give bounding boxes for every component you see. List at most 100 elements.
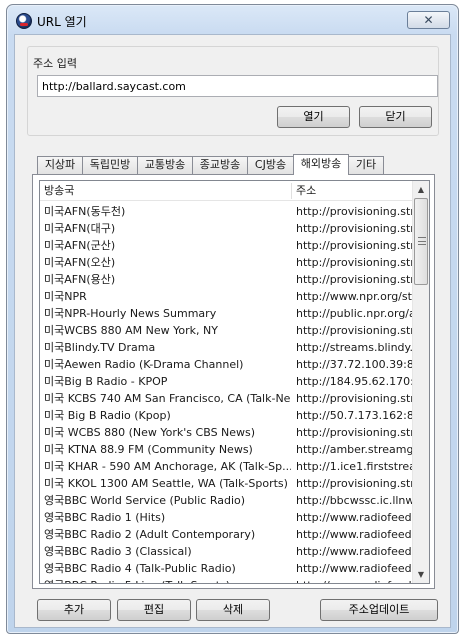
station-address: http://www.radiofeeds.cc [296, 511, 419, 524]
station-name: 영국BBC Radio 5 Live (Talk-Sports) [44, 577, 291, 583]
tab-terrestrial[interactable]: 지상파 [37, 156, 83, 174]
station-address: http://www.radiofeeds.cc [296, 528, 419, 541]
station-name: 미국AFN(용산) [44, 273, 116, 286]
station-name: 미국 KCBS 740 AM San Francisco, CA (Talk-N… [44, 392, 291, 405]
list-item[interactable]: 미국Big B Radio - KPOP http://184.95.62.170… [40, 373, 419, 390]
station-address: http://provisioning.strea [296, 273, 419, 286]
station-address: http://provisioning.strea [296, 477, 419, 490]
list-item[interactable]: 미국NPR-Hourly News Summary http://public.n… [40, 305, 419, 322]
tab-religious[interactable]: 종교방송 [192, 156, 248, 174]
open-button[interactable]: 열기 [277, 106, 350, 128]
tab-other[interactable]: 기타 [348, 156, 384, 174]
vertical-scrollbar[interactable]: ▲ ▼ [412, 181, 429, 583]
list-item[interactable]: 영국BBC Radio 3 (Classical) http://www.radi… [40, 543, 419, 560]
column-header-station[interactable]: 방송국 [40, 181, 290, 201]
station-address: http://streams.blindy.tv:8 [296, 341, 419, 354]
station-address: http://provisioning.strea [296, 324, 419, 337]
scroll-down-arrow-icon[interactable]: ▼ [413, 566, 429, 583]
list-item[interactable]: 영국BBC World Service (Public Radio) http:/… [40, 492, 419, 509]
list-item[interactable]: 미국NPR http://www.npr.org/strea [40, 288, 419, 305]
list-item[interactable]: 영국BBC Radio 5 Live (Talk-Sports) http://w… [40, 577, 419, 583]
list-item[interactable]: 미국AFN(오산) http://provisioning.strea [40, 254, 419, 271]
add-button[interactable]: 추가 [37, 599, 111, 621]
station-address: http://www.npr.org/strea [296, 290, 419, 303]
tab-independent[interactable]: 독립민방 [82, 156, 138, 174]
station-address: http://www.radiofeeds.cc [296, 577, 419, 583]
station-address: http://provisioning.strea [296, 239, 419, 252]
station-address: http://amber.streamguy [296, 443, 419, 456]
app-logo-icon [16, 13, 32, 29]
station-address: http://public.npr.org/ano [296, 307, 419, 320]
list-item[interactable]: 미국 KCBS 740 AM San Francisco, CA (Talk-N… [40, 390, 419, 407]
station-name: 미국NPR [44, 290, 87, 303]
station-name: 미국 Big B Radio (Kpop) [44, 409, 171, 422]
station-name: 미국AFN(군산) [44, 239, 116, 252]
station-name: 영국BBC Radio 4 (Talk-Public Radio) [44, 562, 236, 575]
url-input[interactable] [37, 75, 438, 97]
dialog-body: 주소 입력 열기 닫기 지상파 독립민방 교통방송 종교방송 CJ방송 해외방송… [14, 34, 451, 628]
station-name: 영국BBC World Service (Public Radio) [44, 494, 246, 507]
station-address: http://provisioning.strea [296, 256, 419, 269]
list-item[interactable]: 미국WCBS 880 AM New York, NY http://provisi… [40, 322, 419, 339]
list-item[interactable]: 미국AFN(동두천) http://provisioning.strea [40, 203, 419, 220]
station-address: http://provisioning.strea [296, 205, 419, 218]
list-item[interactable]: 영국BBC Radio 1 (Hits) http://www.radiofeed… [40, 509, 419, 526]
station-list[interactable]: 방송국 주소 미국AFN(동두천) http://provisioning.str… [39, 180, 430, 584]
station-name: 영국BBC Radio 3 (Classical) [44, 545, 192, 558]
station-name: 미국 KHAR - 590 AM Anchorage, AK (Talk-Sp.… [44, 460, 291, 473]
overseas-tab-panel: 방송국 주소 미국AFN(동두천) http://provisioning.str… [32, 174, 435, 589]
list-item[interactable]: 영국BBC Radio 4 (Talk-Public Radio) http://… [40, 560, 419, 577]
station-name: 미국Blindy.TV Drama [44, 341, 156, 354]
scroll-grip-icon [418, 237, 426, 245]
tab-overseas[interactable]: 해외방송 [293, 154, 349, 175]
scroll-up-arrow-icon[interactable]: ▲ [413, 181, 429, 198]
tab-traffic[interactable]: 교통방송 [137, 156, 193, 174]
station-address: http://provisioning.strea [296, 392, 419, 405]
window-close-button[interactable]: ✕ [407, 11, 450, 29]
column-header-address[interactable]: 주소 [292, 181, 413, 201]
list-header: 방송국 주소 [40, 181, 413, 201]
update-address-button[interactable]: 주소업데이트 [320, 599, 438, 621]
station-name: 미국AFN(동두천) [44, 205, 126, 218]
list-item[interactable]: 미국 KHAR - 590 AM Anchorage, AK (Talk-Sp.… [40, 458, 419, 475]
list-item[interactable]: 미국 Big B Radio (Kpop) http://50.7.173.162… [40, 407, 419, 424]
station-name: 영국BBC Radio 1 (Hits) [44, 511, 166, 524]
list-item[interactable]: 미국 KKOL 1300 AM Seattle, WA (Talk-Sports… [40, 475, 419, 492]
list-item[interactable]: 미국AFN(대구) http://provisioning.strea [40, 220, 419, 237]
station-name: 미국 KKOL 1300 AM Seattle, WA (Talk-Sports… [44, 477, 288, 490]
scroll-thumb[interactable] [414, 198, 428, 285]
station-address: http://provisioning.strea [296, 426, 419, 439]
title-bar: URL 열기 ✕ [7, 5, 458, 35]
station-address: http://www.radiofeeds.cc [296, 562, 419, 575]
list-item[interactable]: 미국 KTNA 88.9 FM (Community News) http://… [40, 441, 419, 458]
station-address: http://184.95.62.170:9026 [296, 375, 419, 388]
station-address: http://50.7.173.162:8076 [296, 409, 419, 422]
window-title: URL 열기 [37, 15, 87, 29]
station-name: 미국 KTNA 88.9 FM (Community News) [44, 443, 253, 456]
list-item[interactable]: 미국AFN(용산) http://provisioning.strea [40, 271, 419, 288]
list-item[interactable]: 미국Aewen Radio (K-Drama Channel) http://37… [40, 356, 419, 373]
tab-cj[interactable]: CJ방송 [247, 156, 294, 174]
station-name: 미국Aewen Radio (K-Drama Channel) [44, 358, 244, 371]
edit-button[interactable]: 편집 [117, 599, 191, 621]
station-name: 미국WCBS 880 AM New York, NY [44, 324, 218, 337]
station-name: 미국NPR-Hourly News Summary [44, 307, 217, 320]
list-item[interactable]: 미국Blindy.TV Drama http://streams.blindy.t… [40, 339, 419, 356]
station-address: http://1.ice1.firststreami [296, 460, 419, 473]
station-name: 미국Big B Radio - KPOP [44, 375, 168, 388]
station-name: 영국BBC Radio 2 (Adult Contemporary) [44, 528, 256, 541]
list-item[interactable]: 미국AFN(군산) http://provisioning.strea [40, 237, 419, 254]
station-address: http://37.72.100.39:8025/ [296, 358, 419, 371]
station-address: http://bbcwssc.ic.llnwd.ne [296, 494, 419, 507]
station-address: http://www.radiofeeds.cc [296, 545, 419, 558]
list-item[interactable]: 영국BBC Radio 2 (Adult Contemporary) http:/… [40, 526, 419, 543]
station-name: 미국AFN(오산) [44, 256, 116, 269]
close-button[interactable]: 닫기 [359, 106, 432, 128]
list-item[interactable]: 미국 WCBS 880 (New York's CBS News) http://… [40, 424, 419, 441]
list-rows: 미국AFN(동두천) http://provisioning.strea 미국AFN… [40, 203, 419, 583]
station-name: 미국AFN(대구) [44, 222, 116, 235]
url-open-dialog: URL 열기 ✕ 주소 입력 열기 닫기 지상파 독립민방 교통방송 종교방송 … [6, 4, 459, 634]
delete-button[interactable]: 삭제 [196, 599, 270, 621]
station-name: 미국 WCBS 880 (New York's CBS News) [44, 426, 256, 439]
station-address: http://provisioning.strea [296, 222, 419, 235]
